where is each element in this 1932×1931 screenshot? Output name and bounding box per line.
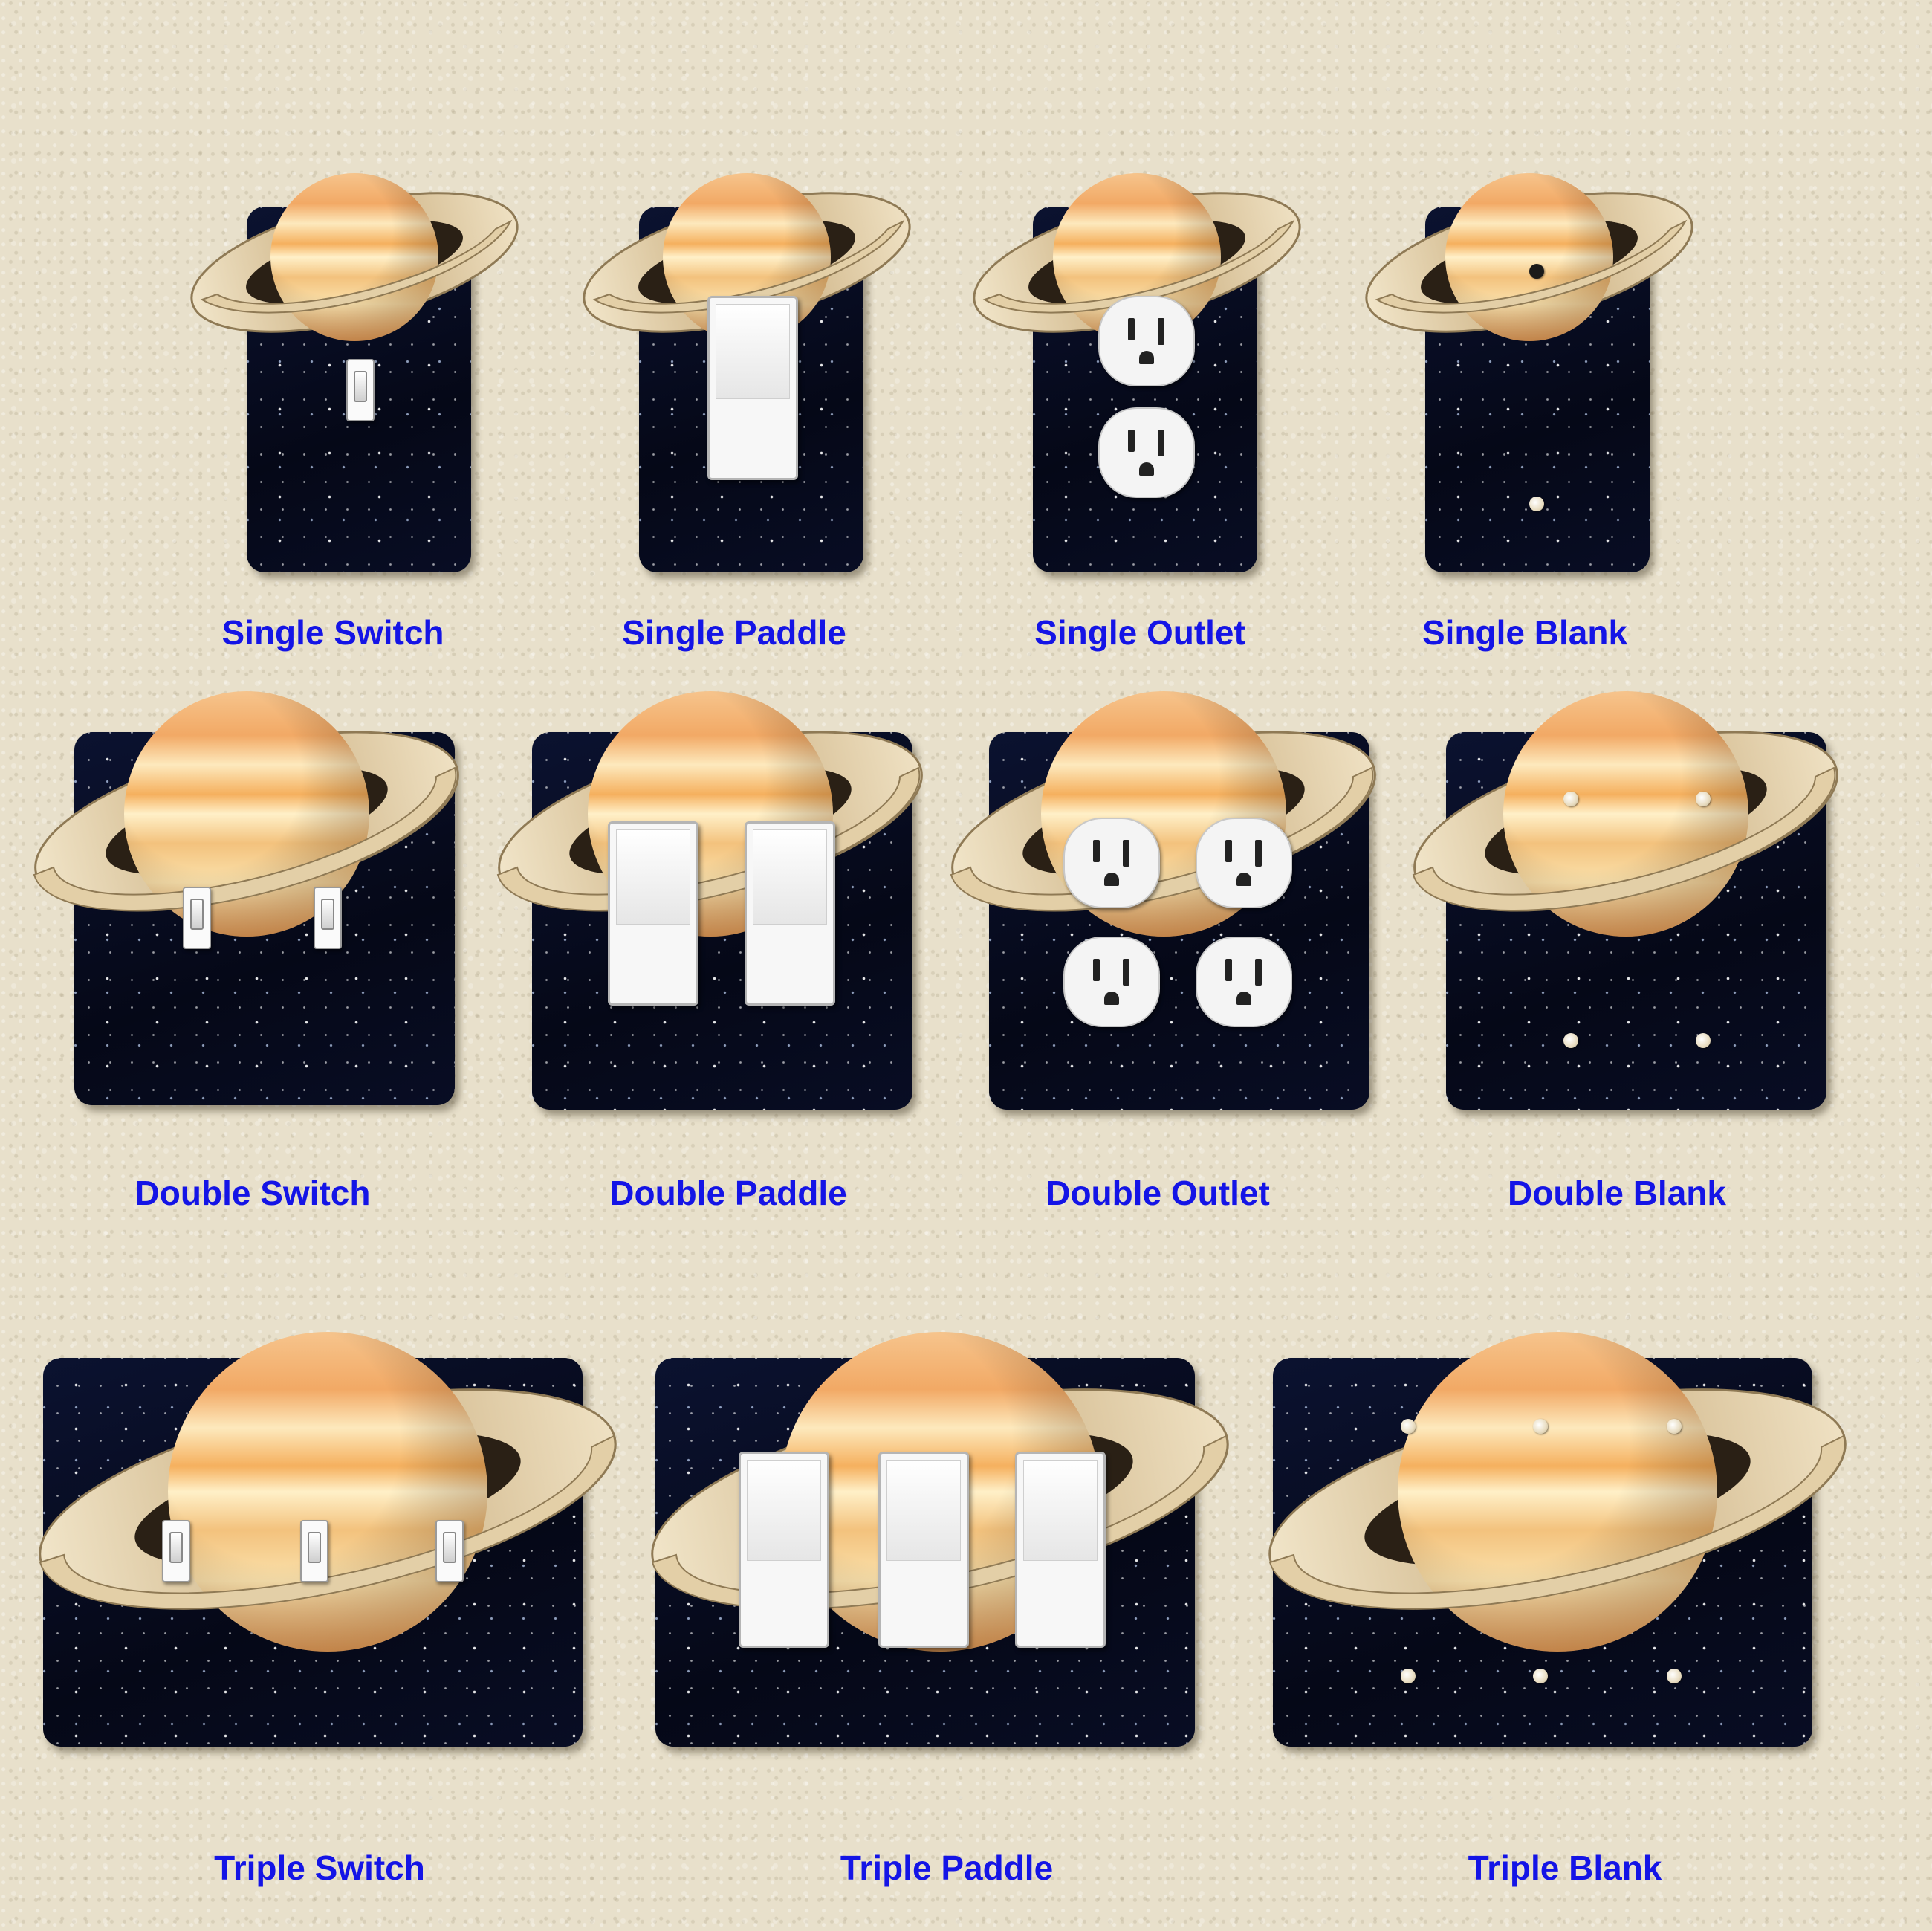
screw-hole [1696, 1033, 1711, 1048]
outlet-receptacle[interactable] [1196, 937, 1292, 1027]
triple-blank-plate [1268, 1332, 1847, 1747]
toggle-switch[interactable] [346, 359, 375, 421]
double-switch-label: Double Switch [134, 1174, 371, 1212]
paddle-switch[interactable] [608, 821, 698, 1006]
triple-switch-label: Triple Switch [214, 1848, 425, 1887]
outlet-receptacle[interactable] [1098, 296, 1195, 386]
paddle-switch[interactable] [707, 296, 798, 480]
toggle-switch[interactable] [162, 1520, 190, 1582]
double-switch-plate [33, 691, 459, 1105]
double-outlet-plate [950, 691, 1376, 1110]
double-blank-label: Double Blank [1508, 1174, 1726, 1212]
paddle-switch[interactable] [878, 1452, 969, 1648]
saturn-icon [1268, 1332, 1847, 1652]
outlet-receptacle[interactable] [1196, 818, 1292, 908]
outlet-receptacle[interactable] [1098, 407, 1195, 498]
saturn-icon [1412, 691, 1838, 937]
screw-hole [1401, 1669, 1416, 1683]
screw-hole [1667, 1669, 1682, 1683]
screw-hole [1667, 1419, 1682, 1434]
screw-hole [1533, 1669, 1548, 1683]
double-outlet-label: Double Outlet [1046, 1174, 1270, 1212]
triple-blank-label: Triple Blank [1468, 1848, 1662, 1887]
saturn-icon [190, 173, 519, 341]
single-blank-plate [1365, 173, 1693, 572]
toggle-switch[interactable] [300, 1520, 328, 1582]
single-switch-label: Single Switch [221, 613, 444, 652]
screw-hole [1529, 497, 1544, 511]
screw-hole [1563, 792, 1578, 806]
paddle-switch[interactable] [1015, 1452, 1106, 1648]
single-blank-label: Single Blank [1422, 613, 1628, 652]
triple-switch-plate [39, 1332, 617, 1747]
saturn-icon [1365, 173, 1693, 341]
single-switch-plate [190, 173, 519, 572]
outlet-receptacle[interactable] [1063, 818, 1160, 908]
toggle-switch[interactable] [435, 1520, 464, 1582]
toggle-switch[interactable] [314, 887, 342, 949]
toggle-switch[interactable] [183, 887, 211, 949]
double-blank-plate [1412, 691, 1838, 1110]
paddle-switch[interactable] [745, 821, 835, 1006]
paddle-switch[interactable] [739, 1452, 829, 1648]
screw-hole [1533, 1419, 1548, 1434]
double-paddle-plate [496, 691, 923, 1110]
screw-hole [1529, 264, 1544, 279]
single-outlet-label: Single Outlet [1034, 613, 1245, 652]
screw-hole [1401, 1419, 1416, 1434]
saturn-icon [33, 691, 459, 937]
triple-paddle-label: Triple Paddle [840, 1848, 1054, 1887]
outlet-receptacle[interactable] [1063, 937, 1160, 1027]
triple-paddle-plate [651, 1332, 1229, 1747]
saturn-icon [39, 1332, 617, 1652]
double-paddle-label: Double Paddle [609, 1174, 847, 1212]
single-outlet-plate [973, 173, 1301, 572]
single-paddle-label: Single Paddle [622, 613, 846, 652]
saturn-icon [496, 691, 923, 937]
saturn-icon [950, 691, 1376, 937]
screw-hole [1563, 1033, 1578, 1048]
screw-hole [1696, 792, 1711, 806]
single-paddle-plate [583, 173, 911, 572]
